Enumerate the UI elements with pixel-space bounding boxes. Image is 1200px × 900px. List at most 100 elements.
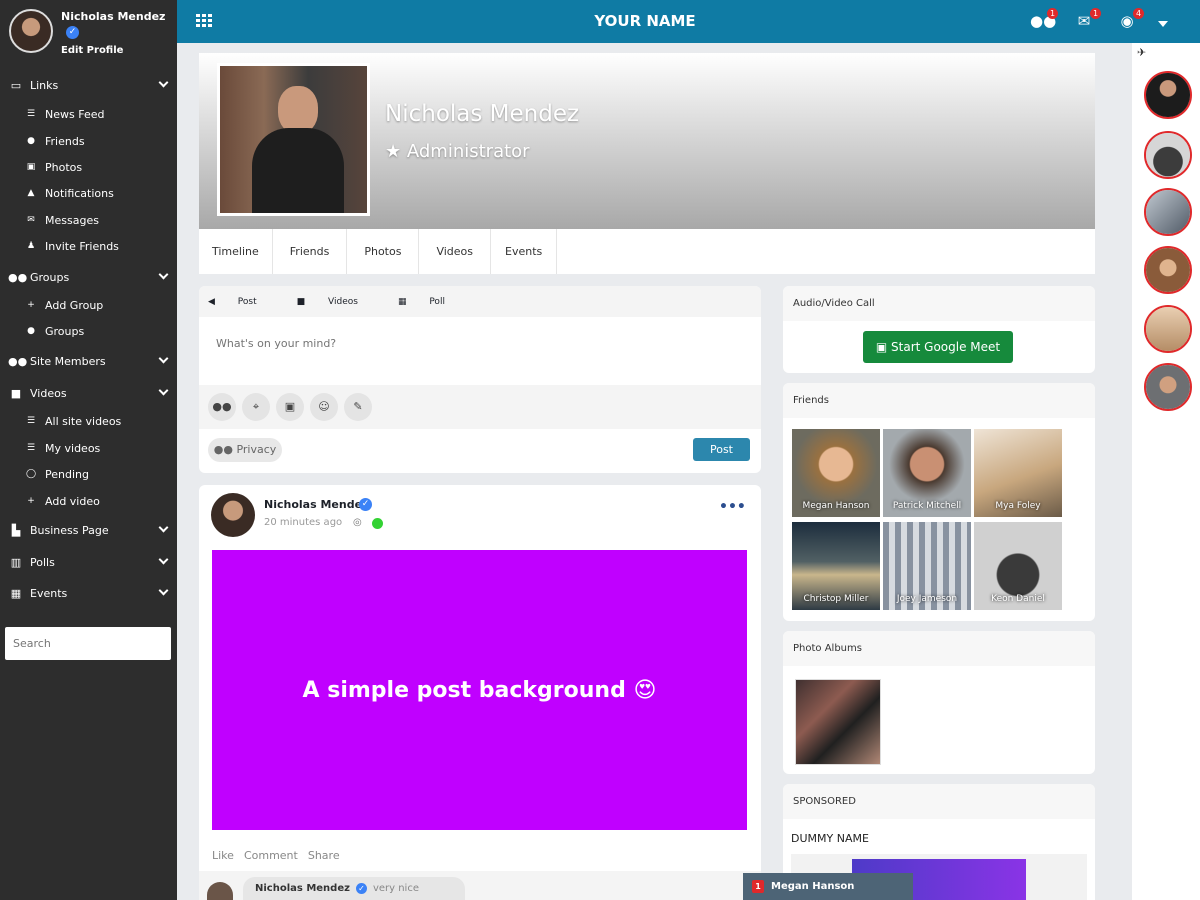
calendar-icon: ▦ — [10, 586, 22, 600]
comment-button[interactable]: Comment — [244, 849, 298, 862]
search-input[interactable] — [5, 627, 171, 660]
tab-photos[interactable]: Photos — [347, 229, 420, 274]
chevron-down-icon — [158, 385, 169, 396]
post-composer: ◀ Post ■ Videos ▦ Poll ●● ⌖ ▣ ☺ ✎ ●● Pri… — [199, 286, 761, 473]
album-thumbnail[interactable] — [795, 679, 881, 765]
sidebar-section-links[interactable]: ▭ Links — [0, 72, 177, 98]
chat-badge-icon: 1 — [752, 880, 764, 893]
sidebar-item-all-site-videos[interactable]: ☰ All site videos — [0, 408, 177, 434]
sidebar-item-messages[interactable]: ✉ Messages — [0, 207, 177, 233]
start-google-meet-button[interactable]: ▣ Start Google Meet — [863, 331, 1013, 363]
profile-photo[interactable] — [217, 63, 370, 216]
verified-icon: ✓ — [359, 498, 372, 511]
caret-down-icon[interactable] — [1158, 21, 1168, 27]
image-icon[interactable]: ▣ — [276, 393, 304, 421]
sidebar-item-notifications[interactable]: ▲ Notifications — [0, 180, 177, 206]
sidebar-section-groups[interactable]: ●● Groups — [0, 264, 177, 290]
like-button[interactable]: Like — [212, 849, 234, 862]
sidebar-item-friends[interactable]: ● Friends — [0, 128, 177, 154]
site-title[interactable]: YOUR NAME — [177, 12, 1113, 30]
sidebar-section-polls[interactable]: ▥ Polls — [0, 549, 177, 575]
list-icon: ☰ — [26, 443, 36, 453]
online-user-avatar[interactable] — [1144, 246, 1192, 294]
tab-events[interactable]: Events — [491, 229, 558, 274]
sidebar-item-add-group[interactable]: + Add Group — [0, 292, 177, 318]
sidebar-item-pending[interactable]: ◯ Pending — [0, 461, 177, 487]
emoji-icon[interactable]: ☺ — [310, 393, 338, 421]
friend-tile[interactable]: Mya Foley — [974, 429, 1062, 517]
composer-tab-videos[interactable]: ■ Videos — [297, 297, 378, 307]
share-button[interactable]: Share — [308, 849, 340, 862]
post-author-avatar[interactable] — [211, 493, 255, 537]
verified-icon: ✓ — [355, 883, 367, 894]
sidebar-item-my-videos[interactable]: ☰ My videos — [0, 435, 177, 461]
messages-icon[interactable]: ✉ 1 — [1073, 8, 1101, 32]
tag-friends-icon[interactable]: ●● — [208, 393, 236, 421]
post-text-input[interactable] — [199, 317, 761, 385]
audio-video-call-widget: Audio/Video Call ▣ Start Google Meet — [783, 286, 1095, 373]
comment-text: very nice — [372, 883, 419, 894]
brush-icon[interactable]: ✎ — [344, 393, 372, 421]
friend-tile[interactable]: Keon Daniel — [974, 522, 1062, 610]
sidebar-section-videos[interactable]: ■ Videos — [0, 380, 177, 406]
globe-icon: ◎ — [353, 517, 362, 528]
location-icon[interactable]: ⌖ — [242, 393, 270, 421]
comment-row: Nicholas Mendez ✓ very nice — [199, 871, 761, 900]
widget-title: Audio/Video Call — [783, 286, 1095, 321]
friend-tile[interactable]: Megan Hanson — [792, 429, 880, 517]
notifications-globe-icon[interactable]: ◉ 4 — [1116, 8, 1144, 32]
avatar[interactable] — [9, 9, 53, 53]
widget-title: Friends — [783, 383, 1095, 418]
post-timestamp[interactable]: 20 minutes ago — [264, 517, 342, 528]
video-icon: ■ — [296, 296, 306, 307]
friend-tile[interactable]: Joey Jameson — [883, 522, 971, 610]
post-author-name[interactable]: Nicholas Mendez — [264, 498, 368, 511]
video-icon: ■ — [10, 386, 22, 400]
online-user-avatar[interactable] — [1144, 363, 1192, 411]
tab-friends[interactable]: Friends — [273, 229, 348, 274]
composer-tools: ●● ⌖ ▣ ☺ ✎ — [199, 385, 761, 429]
chat-tab[interactable]: 1 Megan Hanson — [743, 873, 913, 900]
online-user-avatar[interactable] — [1144, 71, 1192, 119]
post-background-text: A simple post background 😍 — [212, 550, 747, 830]
tab-videos[interactable]: Videos — [419, 229, 492, 274]
privacy-button[interactable]: ●● Privacy — [208, 438, 282, 462]
post-options-icon[interactable]: ••• — [719, 499, 746, 515]
composer-tab-post[interactable]: ◀ Post — [208, 297, 277, 307]
sidebar-section-site-members[interactable]: ●● Site Members — [0, 348, 177, 374]
sidebar-item-add-video[interactable]: + Add video — [0, 488, 177, 514]
sponsor-name[interactable]: DUMMY NAME — [791, 832, 869, 845]
wifi-off-icon[interactable]: ✈ — [1137, 46, 1146, 59]
online-user-avatar[interactable] — [1144, 188, 1192, 236]
user-plus-icon: ♟ — [26, 241, 36, 251]
comment-bubble: Nicholas Mendez ✓ very nice — [243, 877, 465, 900]
edit-profile-link[interactable]: Edit Profile — [61, 45, 123, 56]
tab-timeline[interactable]: Timeline — [199, 229, 273, 274]
users-icon: ●● — [8, 354, 28, 368]
friend-tile[interactable]: Patrick Mitchell — [883, 429, 971, 517]
sidebar-user-name[interactable]: Nicholas Mendez — [61, 10, 165, 23]
comment-author-avatar[interactable] — [207, 882, 233, 900]
sidebar-section-events[interactable]: ▦ Events — [0, 580, 177, 606]
sidebar-item-invite-friends[interactable]: ♟ Invite Friends — [0, 233, 177, 259]
sidebar-item-photos[interactable]: ▣ Photos — [0, 154, 177, 180]
top-bar: YOUR NAME ●● 1 ✉ 1 ◉ 4 — [177, 0, 1200, 43]
sidebar-section-business-page[interactable]: ▙ Business Page — [0, 517, 177, 543]
composer-tabs: ◀ Post ■ Videos ▦ Poll — [199, 286, 761, 317]
composer-tab-poll[interactable]: ▦ Poll — [398, 297, 465, 307]
friend-tile[interactable]: Christop Miller — [792, 522, 880, 610]
post-button[interactable]: Post — [693, 438, 750, 461]
sidebar-item-news-feed[interactable]: ☰ News Feed — [0, 101, 177, 127]
friend-requests-badge: 1 — [1047, 8, 1058, 19]
sidebar-item-groups[interactable]: ● Groups — [0, 318, 177, 344]
online-users-column: ✈ — [1132, 43, 1200, 900]
list-icon: ☰ — [26, 416, 36, 426]
comment-author[interactable]: Nicholas Mendez — [255, 883, 350, 894]
profile-tabs: Timeline Friends Photos Videos Events — [199, 229, 1095, 274]
online-user-avatar[interactable] — [1144, 305, 1192, 353]
friend-requests-icon[interactable]: ●● 1 — [1030, 8, 1058, 32]
friends-widget: Friends Megan Hanson Patrick Mitchell My… — [783, 383, 1095, 621]
online-user-avatar[interactable] — [1144, 131, 1192, 179]
list-icon: ☰ — [26, 109, 36, 119]
widget-title: SPONSORED — [783, 784, 1095, 819]
